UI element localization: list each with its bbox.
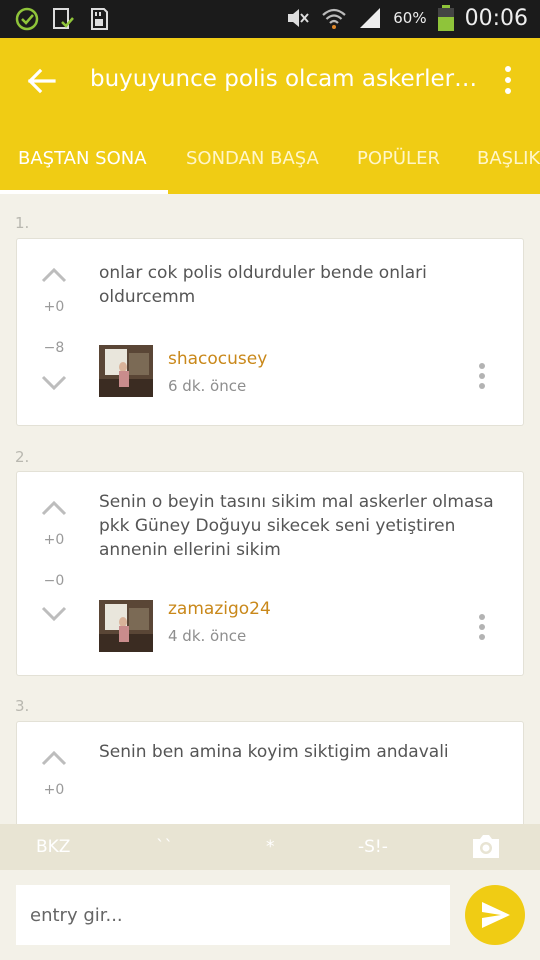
app-toolbar: buyuyunce polis olcam askerleri... — [0, 38, 540, 124]
upvote-button[interactable] — [41, 500, 67, 516]
overflow-menu-button[interactable] — [494, 62, 522, 98]
send-icon — [482, 902, 510, 928]
tab-sondan-basa[interactable]: SONDAN BAŞA — [186, 148, 319, 169]
entry-index: 3. — [15, 697, 30, 715]
chevron-up-icon — [41, 500, 67, 516]
signal-icon — [360, 8, 381, 28]
battery-percent: 60% — [393, 9, 427, 27]
arrow-back-icon — [27, 68, 56, 94]
entry-index: 2. — [15, 448, 30, 466]
entry-text: onlar cok polis oldurduler bende onlari … — [99, 263, 427, 307]
entry-text: Senin ben amina koyim siktigim andavali — [99, 742, 449, 762]
hidden-bkz-button[interactable]: `` — [156, 837, 173, 857]
entry-input[interactable] — [16, 885, 450, 945]
compose-bar — [0, 870, 540, 960]
clock: 00:06 — [464, 5, 528, 31]
upvote-count: +0 — [43, 532, 65, 548]
bkz-button[interactable]: BKZ — [36, 837, 70, 857]
entry-time: 6 dk. önce — [168, 377, 247, 395]
downvote-count: −8 — [43, 340, 65, 356]
asterisk-button[interactable]: * — [266, 837, 275, 857]
more-vert-icon — [505, 66, 511, 72]
entry-card: +0 Senin ben amina koyim siktigim andava… — [16, 721, 524, 824]
more-vert-icon — [479, 363, 485, 369]
tab-populer[interactable]: POPÜLER — [357, 148, 440, 169]
spoiler-button[interactable]: -S!- — [358, 837, 388, 857]
back-button[interactable] — [22, 63, 62, 99]
entry-more-button[interactable] — [475, 612, 489, 642]
chevron-down-icon — [41, 606, 67, 622]
entry-more-button[interactable] — [475, 361, 489, 391]
mute-icon — [288, 9, 310, 27]
entry-text: Senin o beyin tasını sikim mal askerler … — [99, 492, 494, 560]
entry-index: 1. — [15, 214, 30, 232]
more-vert-icon — [479, 614, 485, 620]
status-bar: 60% 00:06 — [0, 0, 540, 38]
entry-card: +0 −0 Senin o beyin tasını sikim mal ask… — [16, 471, 524, 676]
author-link[interactable]: shacocusey — [168, 349, 267, 369]
send-button[interactable] — [465, 885, 525, 945]
avatar[interactable] — [99, 600, 153, 652]
chevron-up-icon — [41, 267, 67, 283]
download-doc-icon — [53, 8, 74, 29]
avatar-photo — [99, 600, 153, 652]
avatar-photo — [99, 345, 153, 397]
upvote-count: +0 — [43, 782, 65, 798]
sd-card-icon — [91, 8, 108, 30]
camera-icon — [473, 835, 499, 858]
camera-button[interactable] — [470, 830, 502, 862]
downvote-count: −0 — [43, 573, 65, 589]
format-toolbar: BKZ `` * -S!- — [0, 824, 540, 870]
page-title: buyuyunce polis olcam askerleri... — [90, 66, 480, 92]
check-circle-icon — [15, 7, 39, 31]
entry-time: 4 dk. önce — [168, 627, 247, 645]
tab-bastan-sona[interactable]: BAŞTAN SONA — [18, 148, 147, 169]
downvote-button[interactable] — [41, 606, 67, 622]
entry-card: +0 −8 onlar cok polis oldurduler bende o… — [16, 238, 524, 426]
chevron-down-icon — [41, 375, 67, 391]
chevron-up-icon — [41, 750, 67, 766]
avatar[interactable] — [99, 345, 153, 397]
battery-icon — [437, 5, 454, 31]
tab-bar: BAŞTAN SONA SONDAN BAŞA POPÜLER BAŞLIK — [0, 124, 540, 194]
downvote-button[interactable] — [41, 375, 67, 391]
upvote-button[interactable] — [41, 267, 67, 283]
wifi-icon — [322, 8, 346, 29]
upvote-button[interactable] — [41, 750, 67, 766]
tab-baslik[interactable]: BAŞLIK — [477, 148, 540, 169]
author-link[interactable]: zamazigo24 — [168, 599, 271, 619]
entry-list[interactable]: 1. +0 −8 onlar cok polis oldurduler bend… — [0, 194, 540, 824]
upvote-count: +0 — [43, 299, 65, 315]
